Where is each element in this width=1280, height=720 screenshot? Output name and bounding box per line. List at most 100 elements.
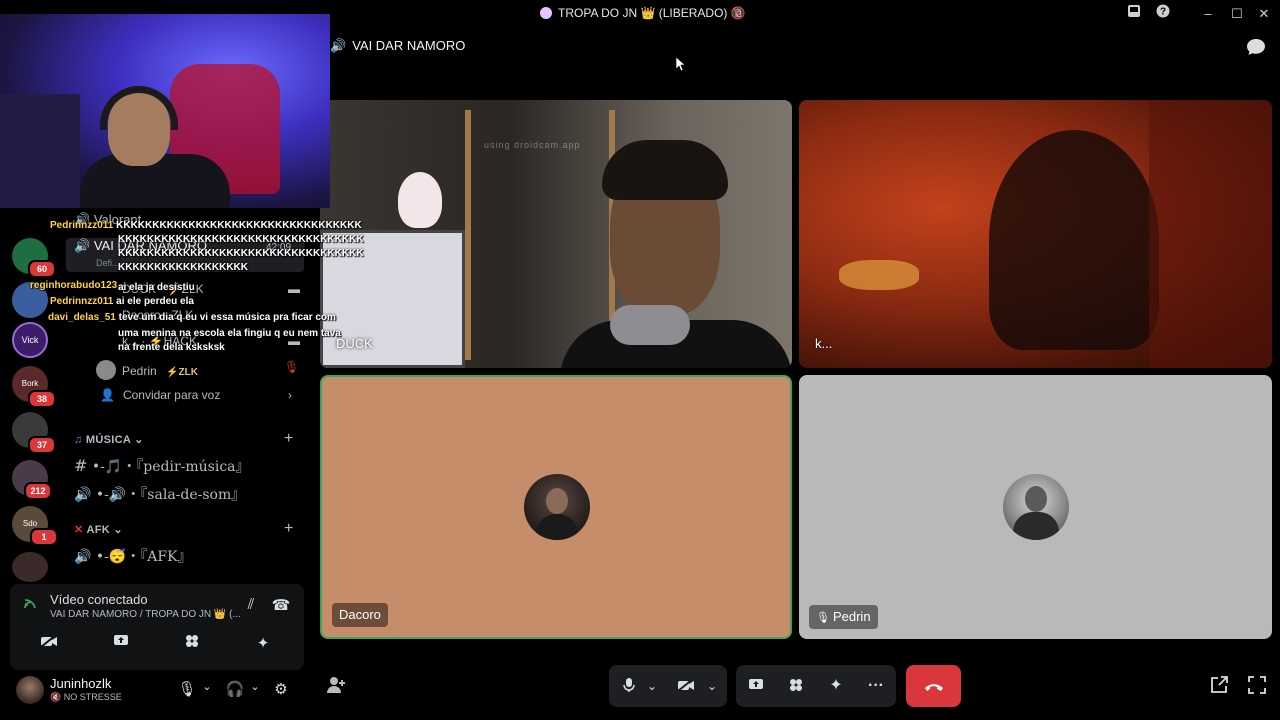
inbox-icon[interactable] bbox=[1124, 4, 1144, 24]
minimize-button[interactable]: – bbox=[1198, 4, 1218, 24]
microphone bbox=[610, 305, 690, 345]
chevron-down-icon: ⌄ bbox=[113, 524, 123, 536]
maximize-button[interactable]: ☐ bbox=[1227, 4, 1247, 24]
popout-icon[interactable] bbox=[1210, 676, 1228, 699]
status-icon: 🔇 bbox=[50, 692, 64, 702]
screen-share-icon[interactable] bbox=[110, 634, 132, 652]
mic-off-icon: 🎙 bbox=[816, 612, 830, 624]
chevron-down-icon: ⌄ bbox=[134, 434, 144, 446]
screen-share-icon[interactable] bbox=[744, 665, 768, 707]
avatar bbox=[524, 474, 590, 540]
connection-location[interactable]: VAI DAR NAMORO / TROPA DO JN 👑 (... bbox=[50, 609, 241, 620]
curtain bbox=[1149, 100, 1272, 368]
fullscreen-icon[interactable] bbox=[1248, 676, 1266, 699]
notification-badge: 212 bbox=[24, 482, 52, 500]
chat-message: Pedrinnzz011 ai ele perdeu ela bbox=[50, 296, 194, 307]
server-icon[interactable]: Vick bbox=[12, 322, 48, 358]
help-icon[interactable]: ? bbox=[1153, 4, 1173, 24]
invite-user-icon[interactable] bbox=[326, 676, 346, 699]
voice-status-panel: Vídeo conectado VAI DAR NAMORO / TROPA D… bbox=[10, 584, 304, 670]
chevron-down-icon[interactable]: ⌄ bbox=[703, 665, 721, 707]
video-tile-pedrin[interactable]: 🎙 Pedrin bbox=[799, 375, 1272, 639]
participant-name: DUCK bbox=[336, 336, 373, 351]
add-channel-button[interactable]: + bbox=[284, 430, 293, 448]
camera-icon: ▬ bbox=[288, 282, 300, 296]
speaker-icon: 🔊 bbox=[330, 38, 347, 53]
custom-status: 🔇 NO STRESSE bbox=[50, 692, 122, 702]
activities-icon[interactable] bbox=[181, 634, 203, 652]
speaker-icon: 🔊 bbox=[74, 487, 92, 503]
soundboard-icon[interactable]: ✦ bbox=[824, 665, 848, 707]
category-music[interactable]: ♫ MÚSICA ⌄ bbox=[74, 433, 144, 446]
chat-message: Pedrinnzz011 KKKKKKKKKKKKKKKKKKKKKKKKKKK… bbox=[50, 220, 362, 231]
noise-suppression-icon[interactable]: ⫽ bbox=[240, 596, 262, 613]
avatar bbox=[96, 360, 116, 380]
add-user-icon: 👤 bbox=[100, 388, 115, 402]
soundboard-icon[interactable]: ✦ bbox=[252, 634, 274, 652]
chat-message: reginhorabudo123 bbox=[30, 280, 118, 291]
mic-off-icon: 🎙 bbox=[284, 360, 300, 374]
svg-text:?: ? bbox=[1160, 7, 1166, 18]
participant-nametag: 🎙 Pedrin bbox=[809, 605, 878, 629]
chat-message: davi_delas_51 teve um dia q eu vi essa m… bbox=[48, 312, 336, 323]
server-icon bbox=[540, 7, 552, 19]
audio-video-controls: ⌄ ⌄ bbox=[609, 665, 727, 707]
more-options-button[interactable]: ··· bbox=[864, 665, 888, 707]
disconnect-icon[interactable]: ☎ bbox=[270, 596, 292, 614]
text-channel-pedir-musica[interactable]: # •-🎵・『pedir-música』 bbox=[74, 456, 250, 476]
video-tile-dacoro[interactable]: Dacoro bbox=[320, 375, 792, 639]
camera-off-icon[interactable] bbox=[38, 634, 60, 652]
server-icon[interactable] bbox=[12, 552, 48, 582]
speaker-icon: 🔊 bbox=[74, 549, 92, 565]
username: Juninhozlk bbox=[50, 676, 112, 691]
category-afk[interactable]: ✕ AFK ⌄ bbox=[74, 523, 123, 536]
voice-channel-afk[interactable]: 🔊 •-😴・『AFK』 bbox=[74, 546, 192, 566]
chevron-down-icon[interactable]: ⌄ bbox=[244, 680, 266, 693]
call-actions: ✦ ··· bbox=[736, 665, 896, 707]
x-icon: ✕ bbox=[74, 524, 84, 536]
voice-channel-sala-de-som[interactable]: 🔊 •-🔊・『sala-de-som』 bbox=[74, 484, 245, 504]
window-title: TROPA DO JN 👑 (LIBERADO) 🔞 bbox=[540, 6, 746, 20]
mic-icon[interactable]: 🎙 bbox=[176, 680, 198, 698]
chevron-down-icon[interactable]: ⌄ bbox=[196, 680, 218, 693]
channel-subtext: Defi... bbox=[96, 258, 120, 268]
close-button[interactable]: ✕ bbox=[1254, 4, 1274, 24]
activities-icon[interactable] bbox=[784, 665, 808, 707]
music-icon: ♫ bbox=[74, 434, 83, 446]
user-panel: Juninhozlk 🔇 NO STRESSE 🎙 ⌄ 🎧 ⌄ ⚙ bbox=[10, 670, 304, 714]
member-tag: ⚡ZLK bbox=[166, 367, 198, 378]
plush-toy bbox=[398, 172, 442, 228]
chat-message: na frente dela ksksksk bbox=[118, 342, 225, 353]
avatar[interactable] bbox=[16, 676, 44, 704]
server-rail: 60 Vick Bork 38 37 212 Sdo 1 bbox=[0, 208, 62, 588]
notification-badge: 1 bbox=[30, 528, 58, 546]
video-tile-k[interactable]: k... bbox=[799, 100, 1272, 368]
lamp-glow bbox=[839, 260, 919, 290]
headphones-icon[interactable]: 🎧 bbox=[224, 680, 246, 698]
voice-member-pedrin[interactable]: Pedrin ⚡ZLK 🎙 bbox=[96, 360, 299, 384]
chat-message: KKKKKKKKKKKKKKKKKKKKKKKKKKKKKKKKKK bbox=[118, 248, 364, 259]
chat-icon[interactable] bbox=[1246, 38, 1266, 61]
chevron-down-icon[interactable]: ⌄ bbox=[643, 665, 661, 707]
settings-gear-icon[interactable]: ⚙ bbox=[270, 680, 292, 698]
notification-badge: 60 bbox=[28, 260, 56, 278]
connection-status: Vídeo conectado bbox=[50, 592, 148, 607]
watermark: using droidcam.app bbox=[484, 140, 581, 150]
chat-message: ai ela ja desistiu bbox=[118, 282, 195, 293]
signal-icon bbox=[20, 596, 42, 614]
camera-off-icon[interactable] bbox=[673, 665, 699, 707]
participant-nametag: Dacoro bbox=[332, 603, 388, 627]
person-silhouette bbox=[989, 130, 1159, 350]
invite-to-voice[interactable]: 👤 Convidar para voz › bbox=[100, 388, 292, 412]
streamer-webcam bbox=[0, 14, 330, 208]
speaker-icon: 🔊 bbox=[74, 238, 91, 253]
hashtag-icon: # bbox=[74, 456, 88, 475]
notification-badge: 38 bbox=[28, 390, 56, 408]
mouse-cursor bbox=[675, 56, 686, 76]
chevron-right-icon: › bbox=[288, 388, 292, 402]
notification-badge: 37 bbox=[28, 436, 56, 454]
mic-icon[interactable] bbox=[617, 665, 641, 707]
hangup-button[interactable] bbox=[906, 665, 961, 707]
add-channel-button[interactable]: + bbox=[284, 520, 293, 538]
video-tile-duck[interactable]: using droidcam.app DUCK bbox=[320, 100, 792, 368]
